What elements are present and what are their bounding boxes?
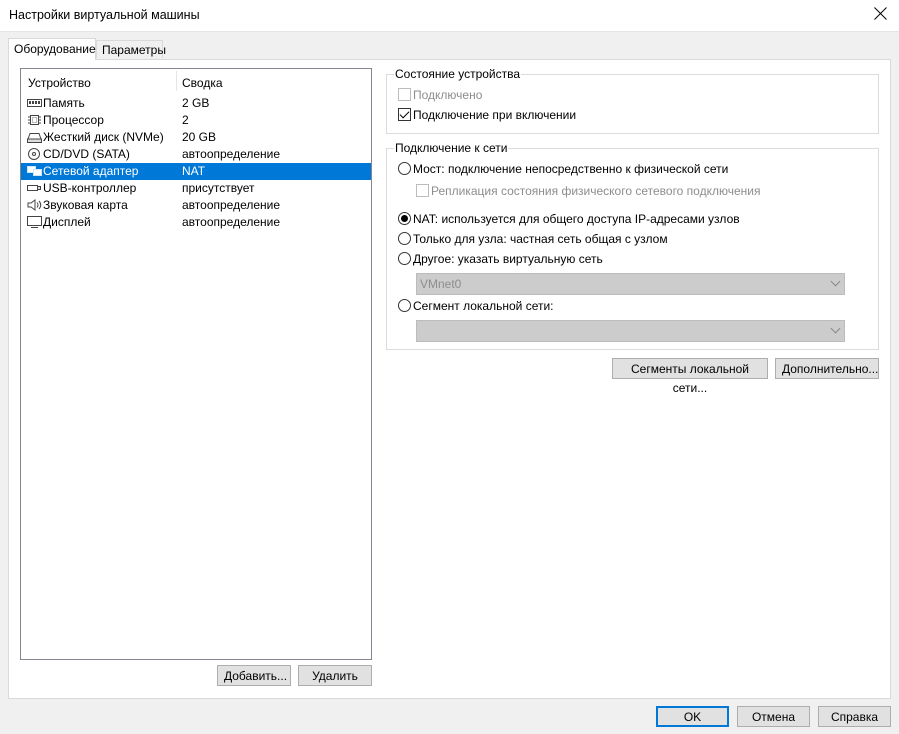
column-header-summary[interactable]: Сводка [182,76,223,90]
advanced-button[interactable]: Дополнительно... [775,358,879,379]
lan-segments-button[interactable]: Сегменты локальной сети... [612,358,768,395]
replicate-state-label: Репликация состояния физического сетевог… [431,184,761,198]
window-title: Настройки виртуальной машины [9,8,200,22]
device-name: Дисплей [43,215,91,229]
usb-icon [27,185,41,191]
cancel-button[interactable]: Отмена [737,706,810,727]
device-summary: 2 [182,113,189,127]
device-summary: NAT [182,164,206,178]
column-separator[interactable] [176,71,177,91]
replicate-state-checkbox[interactable] [416,184,429,197]
connected-label: Подключено [413,88,483,102]
memory-icon [27,99,42,107]
device-summary: 2 GB [182,96,210,110]
help-button[interactable]: Справка [818,706,891,727]
custom-network-select[interactable]: VMnet0 [416,273,845,295]
chevron-down-icon [831,325,839,333]
device-name: Процессор [43,113,104,127]
chevron-down-icon [831,278,839,286]
connect-at-power-on-label: Подключение при включении [413,108,577,122]
display-icon [27,216,42,228]
hard-disk-icon [27,133,42,143]
device-status-group: Состояние устройства [386,67,879,134]
device-name: Память [43,96,85,110]
list-header: Устройство Сводка [21,69,371,95]
lan-segment-radio[interactable] [398,299,411,312]
tab-hardware[interactable]: Оборудование [8,38,96,60]
device-row-cd-dvd[interactable]: CD/DVD (SATA) автоопределение [21,146,371,163]
device-summary: автоопределение [182,198,281,212]
device-status-title: Состояние устройства [394,67,522,81]
device-row-hard-disk[interactable]: Жесткий диск (NVMe) 20 GB [21,129,371,146]
tab-options[interactable]: Параметры [96,40,166,58]
column-header-device[interactable]: Устройство [28,76,91,90]
cpu-icon [28,115,41,125]
close-icon[interactable] [873,6,889,22]
host-only-label: Только для узла: частная сеть общая с уз… [413,232,668,246]
device-row-network-adapter[interactable]: Сетевой адаптер NAT [21,163,371,180]
device-row-cpu[interactable]: Процессор 2 [21,112,371,129]
connect-at-power-on-checkbox[interactable] [398,108,411,121]
remove-device-button[interactable]: Удалить [298,665,372,686]
device-summary: присутствует [182,181,255,195]
add-device-button[interactable]: Добавить... [217,665,291,686]
tab-hardware-label: Оборудование [14,42,96,56]
lan-segment-select[interactable] [416,320,845,342]
connected-checkbox[interactable] [398,88,411,101]
tab-options-label: Параметры [102,43,166,57]
cd-dvd-icon [28,148,40,160]
bridged-radio[interactable] [398,162,411,175]
device-name: Жесткий диск (NVMe) [43,130,164,144]
network-connection-title: Подключение к сети [394,141,509,155]
ok-button[interactable]: OK [656,706,729,727]
device-summary: автоопределение [182,215,281,229]
title-bar: Настройки виртуальной машины [0,0,899,32]
lan-segment-label: Сегмент локальной сети: [413,299,554,313]
device-name: Звуковая карта [43,198,128,212]
device-name: Сетевой адаптер [43,164,139,178]
device-row-usb[interactable]: USB-контроллер присутствует [21,180,371,197]
sound-card-icon [27,199,42,211]
custom-radio[interactable] [398,252,411,265]
device-summary: 20 GB [182,130,217,144]
host-only-radio[interactable] [398,232,411,245]
nat-label: NAT: используется для общего доступа IP-… [413,212,740,226]
bridged-label: Мост: подключение непосредственно к физи… [413,162,729,176]
device-row-display[interactable]: Дисплей автоопределение [21,214,371,231]
device-list[interactable]: Устройство Сводка Память 2 GB Процессор … [20,68,372,660]
device-row-memory[interactable]: Память 2 GB [21,95,371,112]
nat-radio[interactable] [398,212,411,225]
device-row-sound-card[interactable]: Звуковая карта автоопределение [21,197,371,214]
network-adapter-icon [27,166,42,176]
custom-network-value: VMnet0 [420,277,462,291]
device-name: CD/DVD (SATA) [43,147,130,161]
device-summary: автоопределение [182,147,281,161]
device-name: USB-контроллер [43,181,137,195]
custom-label: Другое: указать виртуальную сеть [413,252,603,266]
